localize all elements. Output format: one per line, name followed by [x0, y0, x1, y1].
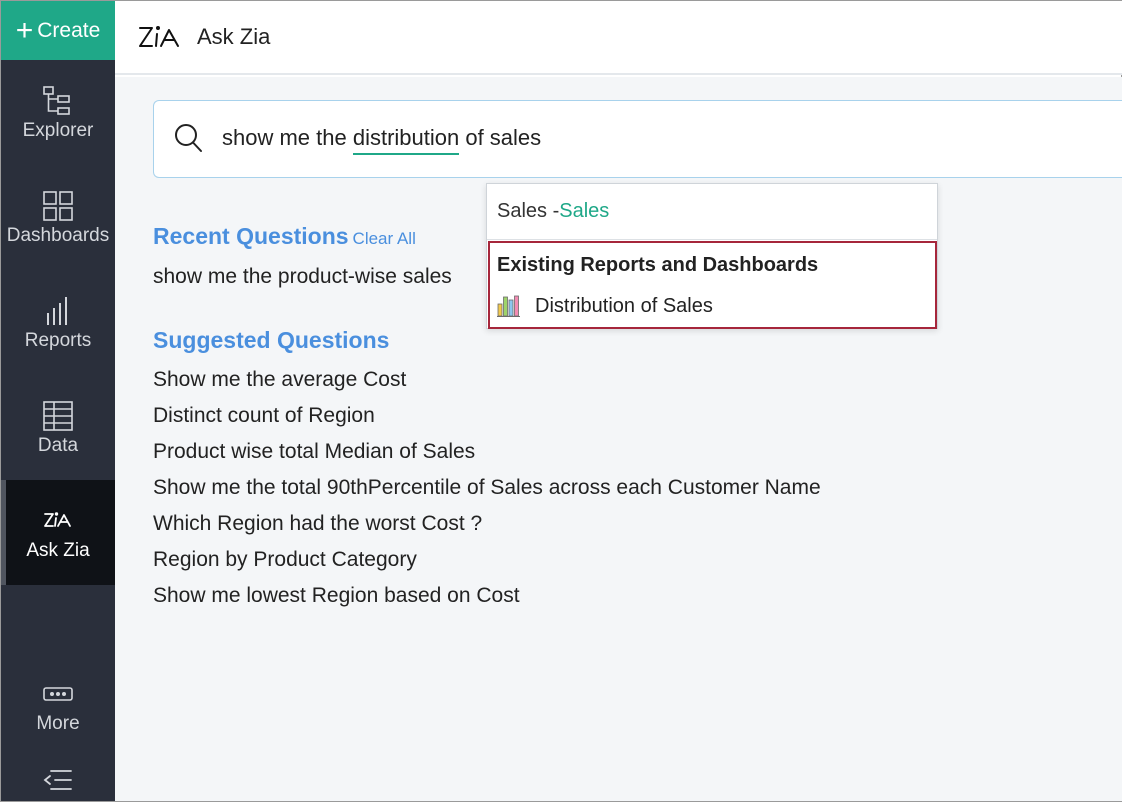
- reports-icon: [47, 296, 67, 325]
- zia-icon: [44, 511, 71, 527]
- data-icon: [43, 400, 73, 431]
- suggested-question-item[interactable]: Distinct count of Region: [153, 404, 375, 428]
- suggested-question-item[interactable]: Show me lowest Region based on Cost: [153, 584, 520, 608]
- plus-icon: +: [15, 13, 34, 47]
- bar-chart-icon: [497, 295, 520, 317]
- column-prefix: Sales -: [497, 200, 560, 222]
- search-icon: [175, 124, 202, 152]
- search-query-text[interactable]: show me the distribution of sales: [222, 125, 542, 155]
- sidebar-item-explorer[interactable]: Explorer: [1, 60, 115, 165]
- sidebar: + Create Explorer Dashboards Reports Dat…: [1, 1, 115, 801]
- suggested-question-item[interactable]: Product wise total Median of Sales: [153, 440, 475, 464]
- explorer-icon: [43, 85, 70, 115]
- sidebar-item-label: Ask Zia: [26, 539, 90, 561]
- recent-questions-title: Recent Questions: [153, 223, 349, 249]
- suggested-question-item[interactable]: Show me the average Cost: [153, 368, 406, 392]
- suggested-question-item[interactable]: Region by Product Category: [153, 548, 417, 572]
- create-label: Create: [37, 18, 101, 42]
- suggested-questions-title: Suggested Questions: [153, 327, 390, 353]
- suggestion-dropdown: Sales - Sales Existing Reports and Dashb…: [486, 183, 938, 329]
- sidebar-item-label: More: [36, 712, 80, 734]
- query-text: of sales: [459, 125, 542, 150]
- sidebar-item-label: Dashboards: [6, 224, 110, 246]
- report-item-label: Distribution of Sales: [535, 294, 713, 317]
- recent-questions-heading: Recent Questions Clear All: [153, 223, 416, 250]
- sidebar-item-reports[interactable]: Reports: [1, 270, 115, 375]
- more-icon: [43, 686, 73, 701]
- search-input[interactable]: show me the distribution of sales: [153, 100, 1122, 178]
- sidebar-item-label: Data: [37, 434, 79, 456]
- clear-all-link[interactable]: Clear All: [353, 229, 416, 248]
- sidebar-item-dashboards[interactable]: Dashboards: [1, 165, 115, 270]
- query-highlight: distribution: [352, 125, 460, 155]
- column-name: Sales: [559, 200, 610, 222]
- create-button[interactable]: + Create: [1, 1, 115, 60]
- sidebar-item-ask-zia[interactable]: Ask Zia: [1, 480, 115, 585]
- recent-question-item[interactable]: show me the product-wise sales: [153, 265, 452, 289]
- column-suggestion[interactable]: Sales - Sales: [487, 184, 937, 240]
- section-title: Existing Reports and Dashboards: [497, 254, 819, 276]
- page-title: Ask Zia: [197, 24, 271, 49]
- sidebar-item-data[interactable]: Data: [1, 375, 115, 480]
- sidebar-item-more[interactable]: More: [1, 653, 115, 758]
- collapse-menu-icon[interactable]: [41, 765, 75, 795]
- sidebar-item-label: Reports: [24, 329, 92, 351]
- report-item-distribution-of-sales[interactable]: Distribution of Sales: [497, 291, 713, 321]
- zia-logo-icon: [139, 26, 179, 47]
- query-text: show me the: [222, 125, 353, 150]
- sidebar-item-label: Explorer: [22, 119, 94, 141]
- suggested-question-item[interactable]: Which Region had the worst Cost ?: [153, 512, 482, 536]
- main-content: show me the distribution of sales Recent…: [115, 77, 1122, 801]
- top-header: Ask Zia: [115, 1, 1122, 75]
- suggested-question-item[interactable]: Show me the total 90thPercentile of Sale…: [153, 476, 821, 500]
- dashboards-icon: [43, 190, 73, 221]
- existing-reports-section: Existing Reports and Dashboards Distribu…: [488, 241, 937, 329]
